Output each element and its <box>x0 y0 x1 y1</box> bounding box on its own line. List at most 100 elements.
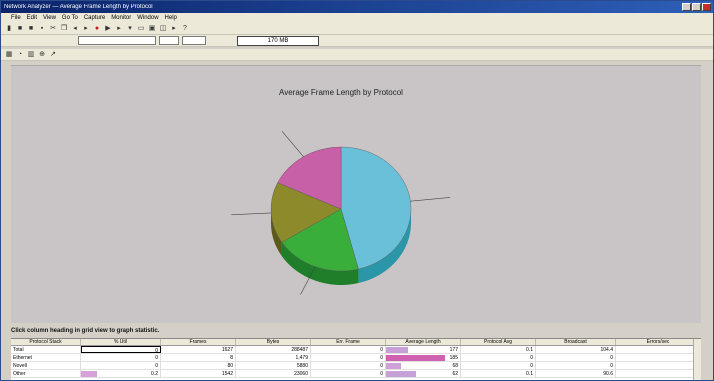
statistics-grid: Protocol Stack % Util Frames Bytes Err. … <box>11 338 701 380</box>
cell-value: 8 <box>230 355 233 361</box>
grid-cell: 0 <box>616 346 701 353</box>
stop-icon[interactable]: ▸ <box>115 25 123 33</box>
filter-combo[interactable] <box>159 36 179 45</box>
col-protocol-avg[interactable]: Protocol Avg <box>461 339 536 345</box>
filter-icon[interactable]: ▾ <box>126 25 134 33</box>
menu-help[interactable]: Help <box>165 15 177 21</box>
mode-combo[interactable] <box>182 36 206 45</box>
col-broadcast[interactable]: Broadcast <box>536 339 616 345</box>
cell-value: 0 <box>610 363 613 369</box>
grid-cell: 1,479 <box>236 354 311 361</box>
menu-bar: File Edit View Go To Capture Monitor Win… <box>1 13 713 23</box>
capture-status: 170 MB <box>237 36 319 46</box>
menu-goto[interactable]: Go To <box>62 15 78 21</box>
grid-cell: 0 <box>81 354 161 361</box>
minimize-icon[interactable] <box>682 3 691 11</box>
cell-value: 62 <box>452 371 458 377</box>
cell-value: 0 <box>380 355 383 361</box>
forward-icon[interactable]: ▸ <box>82 25 90 33</box>
grid-cell: 0 <box>536 354 616 361</box>
col-protocol-stack[interactable]: Protocol Stack <box>11 339 81 345</box>
table-row[interactable]: Other0.21542230600620.190.60 <box>11 370 701 378</box>
table-row[interactable]: Ethernet081,4790185000 <box>11 354 701 362</box>
close-icon[interactable] <box>702 3 711 11</box>
analyzer-window: Network Analyzer — Average Frame Length … <box>0 0 714 381</box>
grid-cell: 5880 <box>236 362 311 369</box>
pie-leader-line-2 <box>231 212 272 216</box>
protocol-name-cell: Total <box>11 346 81 353</box>
save-icon[interactable]: ■ <box>27 25 35 33</box>
cell-value: 0 <box>380 347 383 353</box>
grid-cell: 1542 <box>161 370 236 377</box>
open-icon[interactable]: ■ <box>16 25 24 33</box>
cell-value: 288487 <box>291 347 308 353</box>
monitor-icon[interactable]: ▭ <box>137 25 145 33</box>
col-average-length[interactable]: Average Length <box>386 339 461 345</box>
window-icon[interactable]: ▣ <box>148 25 156 33</box>
chart-icon[interactable]: ◫ <box>159 25 167 33</box>
cell-value: 23060 <box>294 371 308 377</box>
cell-value: 80 <box>227 363 233 369</box>
menu-window[interactable]: Window <box>137 15 158 21</box>
grid-view-icon[interactable]: ▦ <box>5 51 13 59</box>
col-bytes[interactable]: Bytes <box>236 339 311 345</box>
cell-value: 0 <box>380 363 383 369</box>
grid-cell: 0 <box>616 354 701 361</box>
arrow-icon[interactable]: ↗ <box>49 51 57 59</box>
bar-view-icon[interactable]: ▥ <box>27 51 35 59</box>
title-bar[interactable]: Network Analyzer — Average Frame Length … <box>1 1 713 13</box>
maximize-icon[interactable] <box>692 3 701 11</box>
cell-value: 1627 <box>221 347 233 353</box>
copy-icon[interactable]: ❐ <box>60 25 68 33</box>
pie-view-icon[interactable]: ◔ <box>16 51 24 59</box>
new-icon[interactable]: ▮ <box>5 25 13 33</box>
col-err-frame[interactable]: Err. Frame <box>311 339 386 345</box>
protocol-name-cell: Other <box>11 370 81 377</box>
cell-value: 104.4 <box>600 347 613 353</box>
menu-monitor[interactable]: Monitor <box>111 15 131 21</box>
menu-edit[interactable]: Edit <box>27 15 37 21</box>
cell-value: 1,479 <box>295 355 308 361</box>
settings-icon[interactable]: ▸ <box>170 25 178 33</box>
grid-scrollbar[interactable] <box>693 339 701 380</box>
play-icon[interactable]: ▶ <box>104 25 112 33</box>
grid-cell: 0 <box>311 370 386 377</box>
protocol-name-cell: Novell <box>11 362 81 369</box>
grid-cell: 0 <box>461 354 536 361</box>
grid-cell: 68 <box>386 362 461 369</box>
window-title: Network Analyzer — Average Frame Length … <box>4 4 153 10</box>
grid-cell: 90.6 <box>536 370 616 377</box>
cell-value: 0.1 <box>526 347 533 353</box>
chart-panel: Average Frame Length by Protocol <box>11 65 701 323</box>
table-row[interactable]: Total0162728848701770.1104.40 <box>11 346 701 354</box>
pie-leader-line-3 <box>281 131 304 157</box>
grid-cell: 0 <box>461 362 536 369</box>
menu-capture[interactable]: Capture <box>84 15 105 21</box>
col-frames[interactable]: Frames <box>161 339 236 345</box>
menu-view[interactable]: View <box>43 15 56 21</box>
zoom-icon[interactable]: ⊕ <box>38 51 46 59</box>
station-combo[interactable] <box>78 36 156 45</box>
cell-value: 1542 <box>221 371 233 377</box>
grid-hint: Click column heading in grid view to gra… <box>11 328 160 334</box>
back-icon[interactable]: ◂ <box>71 25 79 33</box>
cell-value: 0 <box>380 371 383 377</box>
col-util[interactable]: % Util <box>81 339 161 345</box>
grid-cell: 0 <box>81 346 161 353</box>
grid-cell: 104.4 <box>536 346 616 353</box>
grid-cell: 0 <box>536 362 616 369</box>
col-errors-sec[interactable]: Errors/sec <box>616 339 701 345</box>
table-row[interactable]: Novell0805880068000 <box>11 362 701 370</box>
grid-cell: 23060 <box>236 370 311 377</box>
print-icon[interactable]: ▪ <box>38 25 46 33</box>
cell-value: 177 <box>449 347 458 353</box>
grid-body: Total0162728848701770.1104.40Ethernet081… <box>11 346 701 378</box>
cell-value: 0 <box>530 355 533 361</box>
help-icon[interactable]: ? <box>181 25 189 33</box>
start-capture-icon[interactable]: ● <box>93 25 101 33</box>
menu-file[interactable]: File <box>11 15 21 21</box>
grid-cell: 0 <box>311 362 386 369</box>
grid-header: Protocol Stack % Util Frames Bytes Err. … <box>11 339 701 346</box>
cell-value: 68 <box>452 363 458 369</box>
cut-icon[interactable]: ✂ <box>49 25 57 33</box>
